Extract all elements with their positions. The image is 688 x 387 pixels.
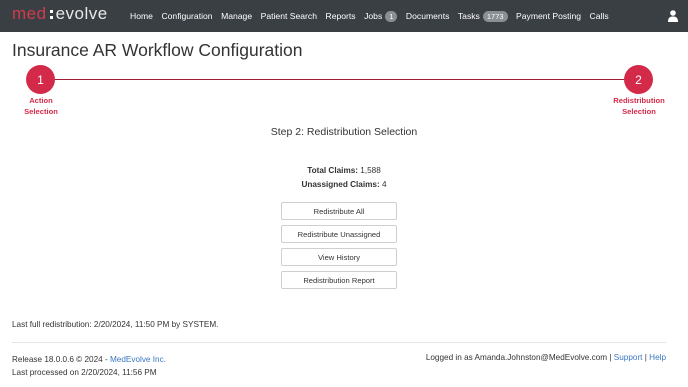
unassigned-claims-label: Unassigned Claims: xyxy=(301,180,380,189)
step-1-circle[interactable]: 1 xyxy=(26,65,55,94)
nav-configuration[interactable]: Configuration xyxy=(161,11,212,21)
stepper-progress-line xyxy=(40,79,638,81)
page-title: Insurance AR Workflow Configuration xyxy=(12,40,303,60)
unassigned-claims-value: 4 xyxy=(381,180,387,189)
redistribute-all-button[interactable]: Redistribute All xyxy=(281,202,397,220)
nav-tasks-label: Tasks xyxy=(457,11,480,21)
nav-tasks[interactable]: Tasks 1773 xyxy=(457,10,508,22)
total-claims-value: 1,588 xyxy=(360,166,381,175)
logo-evolve-text: evolve xyxy=(55,4,108,23)
unassigned-claims-row: Unassigned Claims: 4 xyxy=(0,180,688,189)
step-2-label: Redistribution Selection xyxy=(604,95,674,117)
nav-manage[interactable]: Manage xyxy=(221,11,252,21)
step-heading: Step 2: Redistribution Selection xyxy=(270,126,418,138)
nav-manage-label: Manage xyxy=(221,11,253,21)
step-1-number: 1 xyxy=(37,72,44,87)
nav-calls-label: Calls xyxy=(589,11,609,21)
nav-calls[interactable]: Calls xyxy=(590,11,609,21)
nav-home[interactable]: Home xyxy=(130,11,153,21)
nav-payment-posting-label: Payment Posting xyxy=(516,11,582,21)
logged-in-text: Logged in as Amanda.Johnston@MedEvolve.c… xyxy=(425,353,614,362)
redistribution-report-button[interactable]: Redistribution Report xyxy=(281,271,397,289)
medevolve-inc-link[interactable]: MedEvolve Inc. xyxy=(110,355,166,364)
nav-patient-search-label: Patient Search xyxy=(260,11,317,21)
logo-med-text: med xyxy=(12,4,47,23)
medevolve-logo[interactable]: med evolve xyxy=(12,4,108,24)
footer-release-info: Release 18.0.0.6 © 2024 - MedEvolve Inc.… xyxy=(12,353,166,379)
redistribute-unassigned-button[interactable]: Redistribute Unassigned xyxy=(281,225,397,243)
jobs-count-badge: 1 xyxy=(385,10,398,22)
support-link[interactable]: Support xyxy=(614,353,643,362)
last-full-redistribution-text: Last full redistribution: 2/20/2024, 11:… xyxy=(12,320,219,329)
nav-configuration-label: Configuration xyxy=(161,11,213,21)
nav-reports-label: Reports xyxy=(325,11,356,21)
total-claims-label: Total Claims: xyxy=(307,166,359,175)
view-history-button[interactable]: View History xyxy=(281,248,397,266)
nav-home-label: Home xyxy=(130,11,153,21)
nav-jobs-label: Jobs xyxy=(364,11,383,21)
step-2-label-line1: Redistribution xyxy=(613,96,665,105)
step-1-label: Action Selection xyxy=(10,95,72,117)
help-link[interactable]: Help xyxy=(649,353,666,362)
user-icon[interactable] xyxy=(668,10,678,22)
release-text: Release 18.0.0.6 © 2024 - xyxy=(12,355,110,364)
footer-divider xyxy=(12,342,666,343)
tasks-count-badge: 1773 xyxy=(482,10,508,22)
last-processed-text: Last processed on 2/20/2024, 11:56 PM xyxy=(12,368,157,377)
nav-documents[interactable]: Documents xyxy=(406,11,449,21)
nav-payment-posting[interactable]: Payment Posting xyxy=(516,11,581,21)
release-line: Release 18.0.0.6 © 2024 - MedEvolve Inc. xyxy=(12,353,166,366)
step-2-circle[interactable]: 2 xyxy=(624,65,653,94)
nav-reports[interactable]: Reports xyxy=(326,11,356,21)
nav-jobs[interactable]: Jobs 1 xyxy=(364,10,398,22)
nav-patient-search[interactable]: Patient Search xyxy=(261,11,317,21)
step-1-label-line1: Action xyxy=(29,96,53,105)
nav-documents-label: Documents xyxy=(405,11,450,21)
step-1-label-line2: Selection xyxy=(24,107,58,116)
step-2-number: 2 xyxy=(635,72,642,87)
total-claims-row: Total Claims: 1,588 xyxy=(0,166,688,175)
step-2-label-line2: Selection xyxy=(622,107,656,116)
footer-login-info: Logged in as Amanda.Johnston@MedEvolve.c… xyxy=(426,353,666,362)
main-menu: Home Configuration Manage Patient Search… xyxy=(130,0,617,32)
logo-colon-mark xyxy=(49,7,53,21)
top-navbar: med evolve Home Configuration Manage Pat… xyxy=(0,0,688,32)
